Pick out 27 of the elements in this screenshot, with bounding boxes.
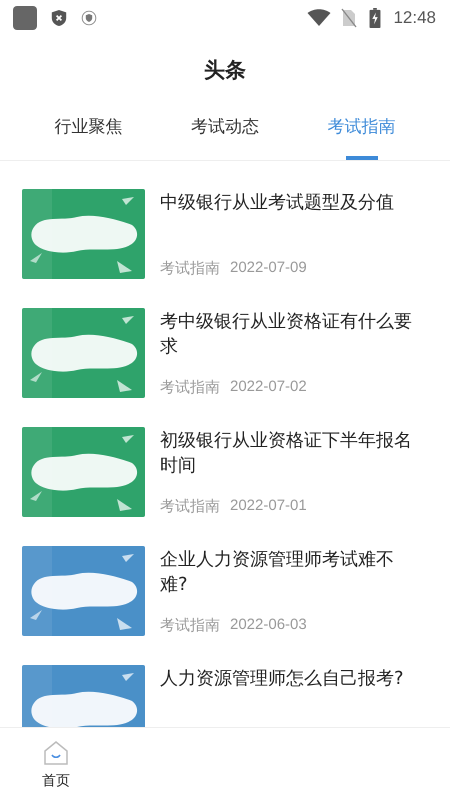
wifi-icon [307, 9, 332, 27]
article-title[interactable]: 企业人力资源管理师考试难不难? [160, 547, 420, 597]
clock: 12:48 [393, 8, 436, 28]
shield-icon [81, 10, 97, 26]
page-title: 头条 [204, 57, 246, 84]
battery-charging-icon [367, 8, 384, 28]
article-date: 2022-07-02 [230, 378, 307, 397]
shield-icon [51, 8, 67, 28]
tab-indicator [346, 156, 378, 160]
category-tab[interactable]: 考试动态 [188, 104, 261, 160]
article-category: 考试指南 [160, 259, 220, 278]
category-tab[interactable]: 行业聚焦 [52, 104, 124, 160]
article-title[interactable]: 考中级银行从业资格证有什么要求 [160, 309, 420, 359]
category-tab[interactable]: 考试指南 [326, 104, 398, 160]
article-category: 考试指南 [160, 616, 220, 635]
article-category: 考试指南 [160, 378, 220, 397]
home-icon [43, 740, 69, 766]
article-date: 2022-06-03 [230, 616, 307, 635]
no-sim-icon [341, 8, 358, 28]
article-title[interactable]: 初级银行从业资格证下半年报名时间 [160, 428, 420, 478]
article-date: 2022-07-01 [230, 497, 307, 516]
home-tab[interactable]: 首页 [20, 728, 92, 800]
article-category: 考试指南 [160, 497, 220, 516]
article-date: 2022-07-09 [230, 259, 307, 278]
article-title[interactable]: 人力资源管理师怎么自己报考? [160, 666, 420, 691]
app-icon [13, 6, 37, 30]
article-title[interactable]: 中级银行从业考试题型及分值 [160, 190, 420, 215]
